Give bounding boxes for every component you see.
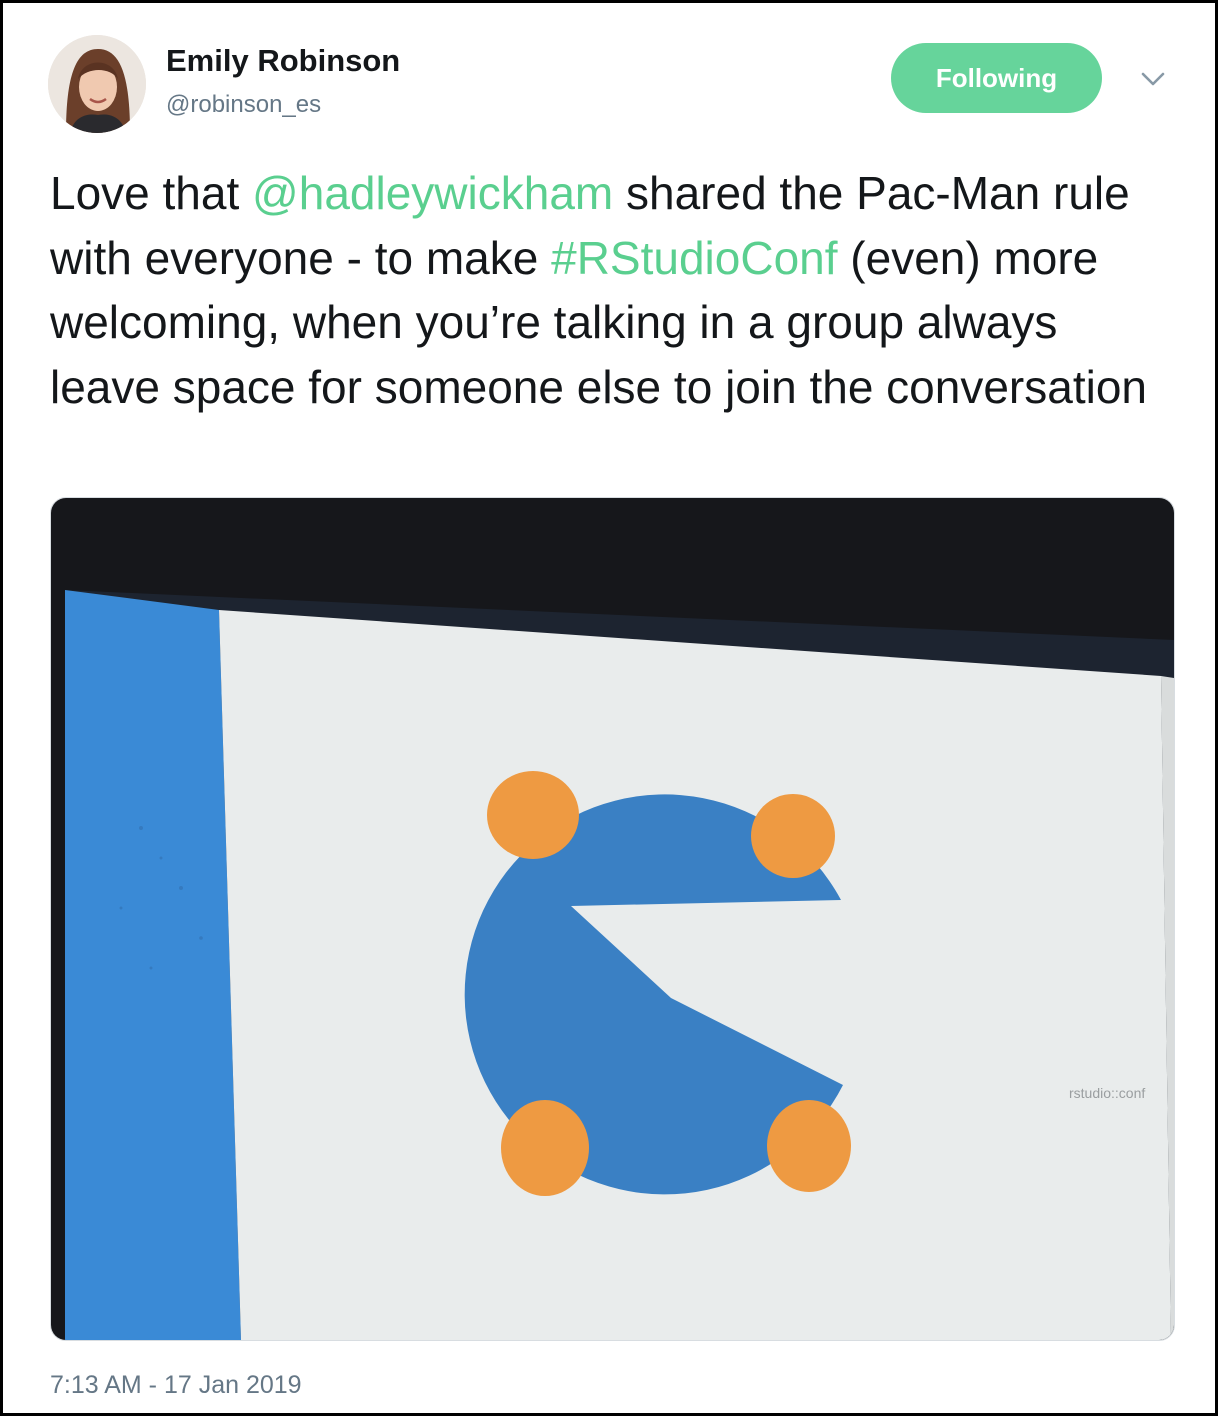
mention-link[interactable]: @hadleywickham [252,167,613,219]
tweet-timestamp[interactable]: 7:13 AM - 17 Jan 2019 [50,1371,302,1400]
tweet-photo[interactable]: rstudio::conf [50,497,1175,1341]
slide-watermark: rstudio::conf [1069,1085,1145,1101]
author-name[interactable]: Emily Robinson [166,43,400,79]
orange-dot [487,771,579,859]
following-button[interactable]: Following [891,43,1102,113]
orange-dot [501,1100,589,1196]
hashtag-link[interactable]: #RStudioConf [551,232,837,284]
author-handle[interactable]: @robinson_es [166,91,321,119]
avatar[interactable] [48,35,146,133]
slide-photo: rstudio::conf [51,498,1174,1340]
orange-dot [767,1100,851,1192]
tweet-text: Love that @hadleywickham shared the Pac-… [50,161,1175,419]
orange-dot [751,794,835,878]
tweet-card: Emily Robinson @robinson_es Following Lo… [0,0,1218,1416]
tweet-text-segment: Love that [50,167,253,219]
chevron-down-icon[interactable] [1139,69,1167,89]
